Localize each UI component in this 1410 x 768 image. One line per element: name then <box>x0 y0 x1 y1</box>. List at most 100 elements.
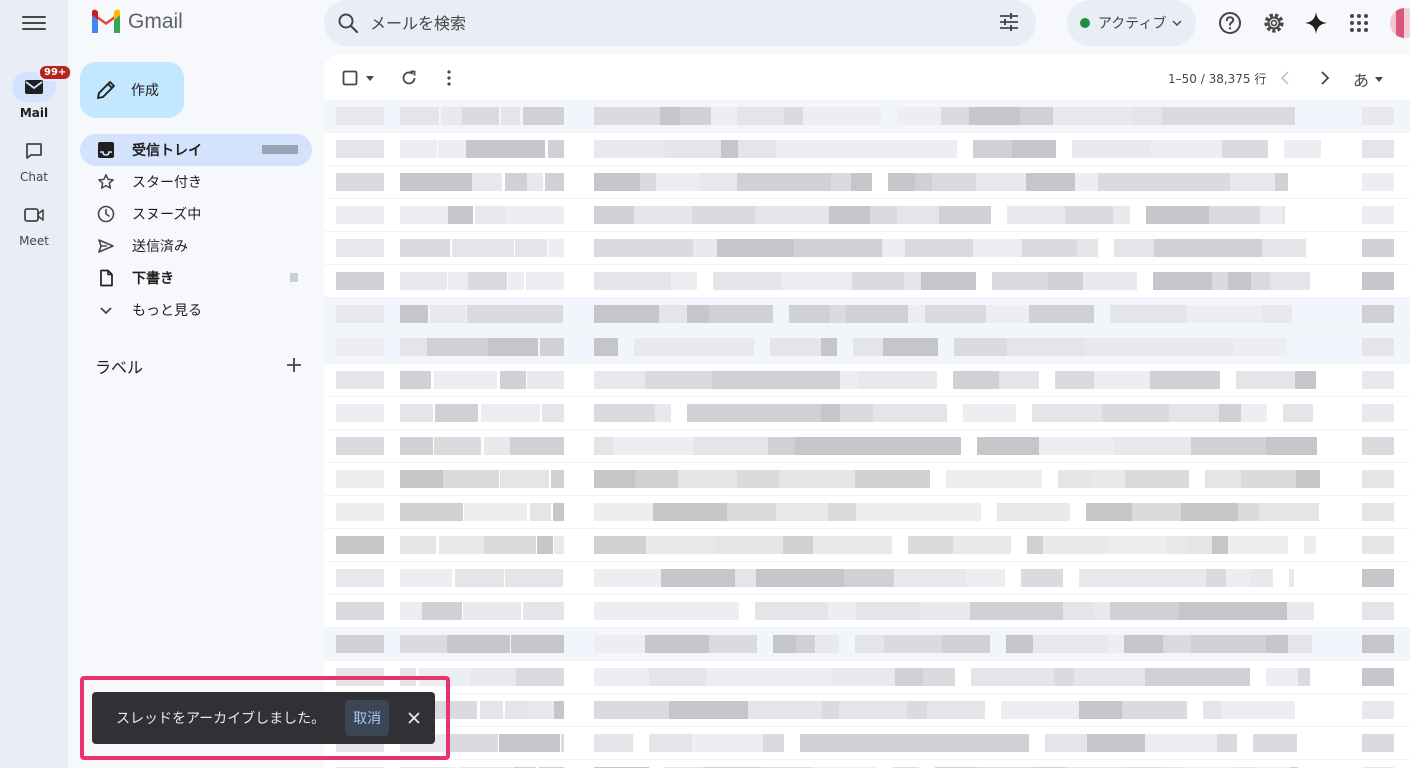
apps-grid-icon[interactable] <box>1346 10 1372 36</box>
redacted-block <box>1266 437 1317 455</box>
redacted-block <box>709 305 773 323</box>
email-row[interactable] <box>324 661 1410 694</box>
redacted-block <box>895 668 923 686</box>
redacted-block <box>1287 602 1314 620</box>
redacted-block <box>635 470 678 488</box>
gmail-logo[interactable]: Gmail <box>90 9 183 35</box>
search-icon[interactable] <box>336 11 360 35</box>
chevron-left-icon[interactable] <box>1280 70 1290 86</box>
redacted-block <box>1282 206 1285 224</box>
compose-button[interactable]: 作成 <box>80 62 184 118</box>
close-icon[interactable] <box>407 711 421 725</box>
email-row[interactable] <box>324 298 1410 331</box>
settings-gear-icon[interactable] <box>1261 10 1287 36</box>
email-row[interactable] <box>324 529 1410 562</box>
email-row[interactable] <box>324 100 1410 133</box>
email-row[interactable] <box>324 166 1410 199</box>
caret-down-icon[interactable] <box>366 75 374 81</box>
status-selector[interactable]: アクティブ <box>1067 0 1196 46</box>
nav-item-more[interactable]: もっと見る <box>80 294 312 326</box>
email-row[interactable] <box>324 760 1410 768</box>
redacted-block <box>737 470 779 488</box>
chevron-right-icon[interactable] <box>1320 70 1330 86</box>
nav-item-snoozed[interactable]: スヌーズ中 <box>80 198 312 230</box>
email-row[interactable] <box>324 628 1410 661</box>
nav-label-more: もっと見る <box>132 303 202 319</box>
email-row[interactable] <box>324 133 1410 166</box>
account-avatar[interactable] <box>1390 8 1410 38</box>
redacted-block <box>856 503 904 521</box>
status-label: アクティブ <box>1098 16 1167 32</box>
email-row[interactable] <box>324 463 1410 496</box>
redacted-block <box>1212 272 1228 290</box>
redacted-block <box>1074 470 1091 488</box>
redacted-block <box>484 437 510 455</box>
redacted-block <box>700 173 737 191</box>
email-row[interactable] <box>324 232 1410 265</box>
email-row[interactable] <box>324 331 1410 364</box>
email-row[interactable] <box>324 496 1410 529</box>
redacted-block <box>510 437 564 455</box>
search-bar[interactable] <box>324 0 1036 46</box>
select-all-checkbox[interactable] <box>342 70 374 86</box>
redacted-block <box>1029 305 1094 323</box>
chevron-down-icon <box>100 306 112 314</box>
chevron-down-icon <box>1172 20 1182 26</box>
redacted-block <box>882 239 905 257</box>
redacted-block <box>511 635 564 653</box>
redacted-block <box>400 140 437 158</box>
nav-item-starred[interactable]: スター付き <box>80 166 312 198</box>
redacted-block <box>1079 569 1132 587</box>
redacted-block <box>709 635 757 653</box>
redacted-block <box>755 602 795 620</box>
email-row[interactable] <box>324 397 1410 430</box>
more-vert-icon[interactable] <box>442 69 456 87</box>
redacted-block <box>920 602 970 620</box>
redacted-block <box>529 701 554 719</box>
redacted-block <box>856 602 920 620</box>
redacted-block <box>653 503 727 521</box>
nav-item-inbox[interactable]: 受信トレイ <box>80 134 312 166</box>
search-input[interactable] <box>368 8 952 38</box>
rail-item-chat[interactable]: Chat <box>0 136 68 184</box>
search-options-icon[interactable] <box>998 11 1020 33</box>
email-row[interactable] <box>324 364 1410 397</box>
email-row[interactable] <box>324 595 1410 628</box>
undo-button[interactable]: 取消 <box>345 700 390 736</box>
pagination-text: 1–50 / 38,375 行 <box>1168 72 1267 86</box>
gemini-sparkle-icon[interactable] <box>1303 10 1329 36</box>
help-icon[interactable] <box>1217 10 1243 36</box>
inbox-icon <box>98 142 114 158</box>
nav-item-drafts[interactable]: 下書き <box>80 262 312 294</box>
redacted-block <box>434 371 497 389</box>
redacted-block <box>986 305 1029 323</box>
redacted-block <box>795 437 837 455</box>
rail-item-mail[interactable]: 99+ Mail <box>0 64 73 120</box>
pencil-icon <box>97 81 115 99</box>
main-menu-icon[interactable] <box>22 12 46 32</box>
redacted-block <box>1045 734 1087 752</box>
redacted-block <box>400 305 428 323</box>
redacted-block <box>594 305 659 323</box>
mail-list-panel: 1–50 / 38,375 行 あ <box>324 54 1410 768</box>
email-row[interactable] <box>324 199 1410 232</box>
redacted-block <box>1039 602 1063 620</box>
input-tools-button[interactable]: あ <box>1353 67 1384 91</box>
rail-item-meet[interactable]: Meet <box>0 200 68 248</box>
refresh-icon[interactable] <box>400 69 418 87</box>
nav-item-sent[interactable]: 送信済み <box>80 230 312 262</box>
redacted-block <box>1161 338 1233 356</box>
plus-icon[interactable] <box>284 355 304 375</box>
email-row[interactable] <box>324 562 1410 595</box>
email-row[interactable] <box>324 430 1410 463</box>
redacted-block <box>735 569 756 587</box>
redacted-block <box>1114 239 1154 257</box>
redacted-block <box>832 668 895 686</box>
nav-label-sent: 送信済み <box>132 239 188 255</box>
redacted-block <box>870 206 897 224</box>
email-row[interactable] <box>324 265 1410 298</box>
redacted-block <box>1266 635 1288 653</box>
email-row[interactable] <box>324 727 1410 760</box>
email-row[interactable] <box>324 694 1410 727</box>
redacted-block <box>517 140 545 158</box>
